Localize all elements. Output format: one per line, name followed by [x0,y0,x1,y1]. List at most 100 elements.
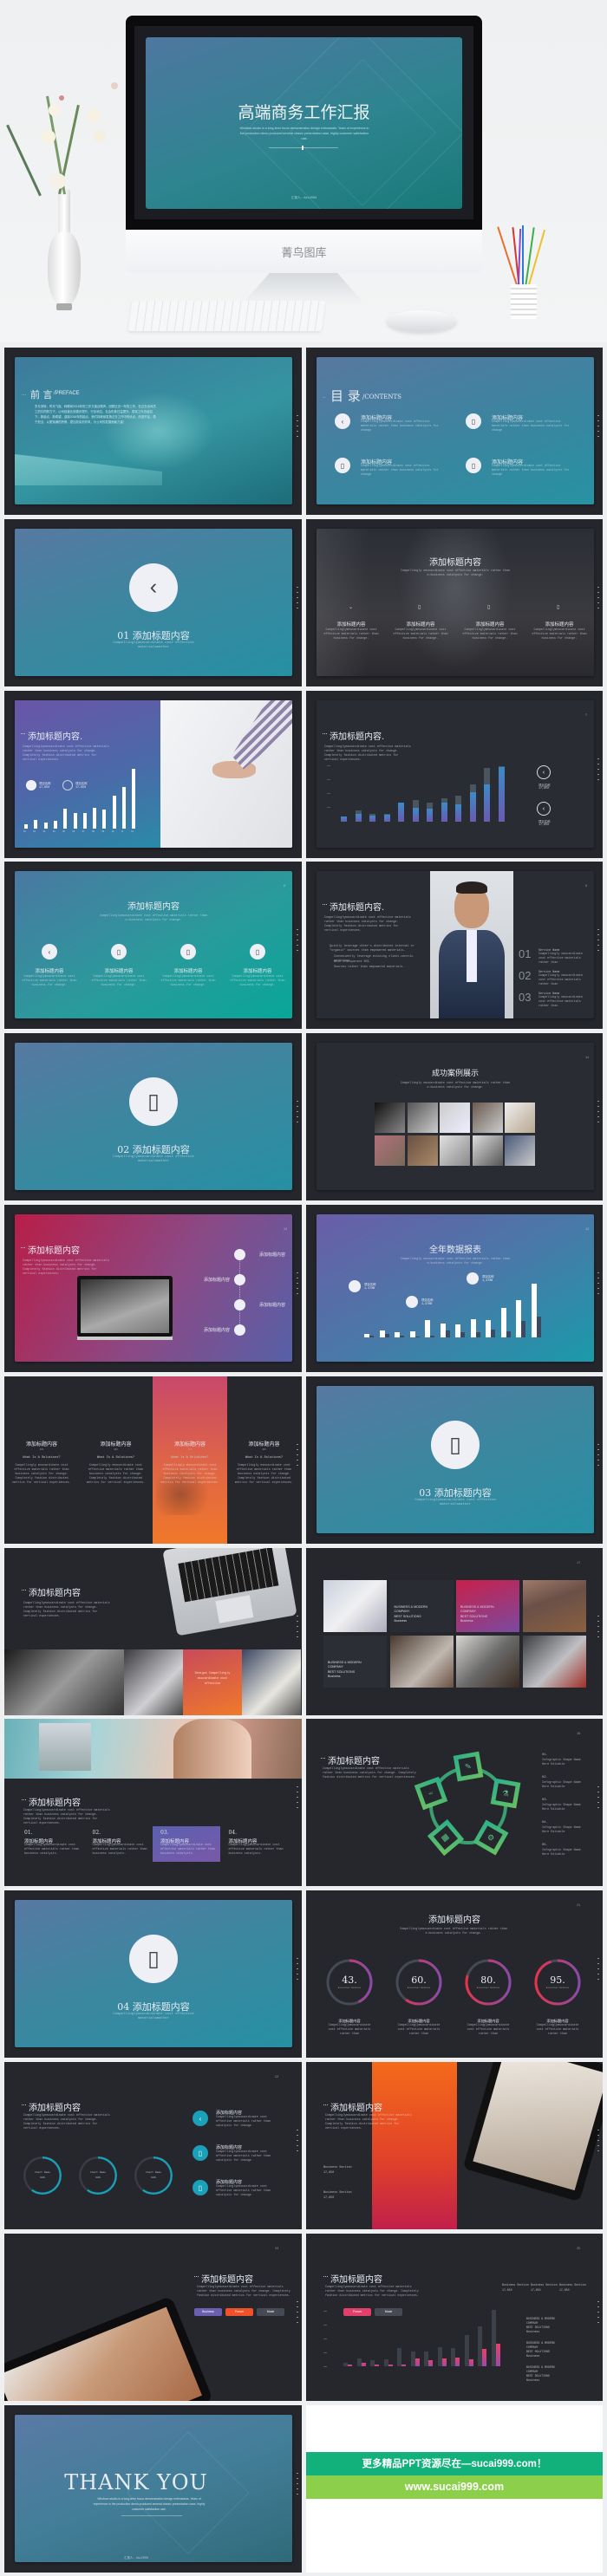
timeline-circle[interactable] [233,1298,245,1311]
slide-thumbnail[interactable]: 22 添加标题内容 Compellinglymsocardinate cost ef… [4,2062,302,2229]
contents-item-icon[interactable]: ▯ [466,458,481,473]
slide-nav-dots[interactable] [597,758,599,784]
slide-thumbnail[interactable]: ‹ 01 添加标题内容 Compellinglymsocardinate cost … [4,518,302,686]
slide-thumbnail[interactable]: 添加标题内容 Compellingly msocardinate cost eff… [306,518,603,686]
timeline-circle[interactable] [233,1273,245,1285]
slide-thumbnail[interactable]: 11 成功案例展示 Compellingly msocardinate cost e… [306,1033,603,1201]
timeline-line [239,1258,240,1331]
slide-thumbnail[interactable]: 12 添加标题内容 Compellinglymsocardinate cost ef… [4,1205,302,1372]
gridline [327,792,330,794]
slide-nav-dots[interactable] [297,1958,298,1985]
slide-nav-dots[interactable] [297,415,298,441]
section-icon-circle[interactable]: ‹ [129,563,178,612]
stat-circle[interactable]: ‹ [537,764,551,779]
slide-thumbnail[interactable]: 24 添加标题内容 Compellinglymsocardinate cost ef… [4,2233,302,2401]
chevron-left-icon: ‹ [149,575,158,600]
stat-circle[interactable]: ‹ [537,801,551,816]
slide-nav-dots[interactable] [297,1272,298,1298]
slide-nav-dots[interactable] [597,929,599,956]
slide-thumbnail[interactable]: ··· 前 言/PREFACE 岁月流转，时光飞逝，转眼间2015年的工作又接近尾声… [4,348,302,515]
slide-nav-dots[interactable] [297,1443,298,1470]
list-line: COMPANY [526,2345,538,2349]
item-title: 添加标题内容 [216,2145,243,2150]
slide-thumbnail[interactable]: 7 添加标题内容. Compellinglymsocardinate cost ef… [306,690,603,858]
slide-nav-dots[interactable] [297,1615,298,1642]
slide-thumbnail[interactable]: 添加标题内容 ••• What Is A Solutions? Compellingl… [4,1376,302,1544]
slide-thumbnail[interactable]: 19 添加标题内容 Compellinglymsocardinate cost ef… [306,1719,603,1887]
list-text: Infographic Shape Name Here Editable [542,1826,581,1835]
slide-nav-dots[interactable] [297,2300,298,2327]
contents-item-icon[interactable]: ‹ [335,413,350,429]
stat-circle[interactable] [26,779,36,790]
slide-nav-dots[interactable] [297,1101,298,1128]
item-icon-circle[interactable]: ▯ [193,2145,208,2161]
slide-nav-dots[interactable] [597,2300,599,2327]
item-icon-circle[interactable]: ▯ [250,944,265,960]
slide-nav-dots[interactable] [297,2472,298,2499]
slide-thumbnail[interactable]: 9 添加标题内容. Compellinglymsocardinate cost ef… [306,862,603,1030]
tag-button-business[interactable]: Business [194,2307,222,2316]
tag-button-forum[interactable]: Forum [225,2307,253,2316]
stat-circle[interactable] [62,779,73,790]
slide-thumbnail[interactable]: 添加标题内容 Compellinglymsocardinate cost effe… [306,2062,603,2229]
slide-thumbnail[interactable]: 25 添加标题内容 Compellinglymsocardinate cost ef… [306,2233,603,2401]
cycle-step[interactable]: ⚗ [490,1779,521,1809]
gridline [323,2365,327,2367]
promo-banner[interactable]: 更多精品PPT资源尽在—sucai999.com！ [306,2451,603,2475]
slide-heading: 添加标题内容. [330,732,385,742]
slide-nav-dots[interactable] [597,1443,599,1470]
slide-thumbnail[interactable]: ▯ 04 添加标题内容 Compellinglymsocardinate cost … [4,1890,302,2059]
tag-button-forum[interactable]: Forum [343,2307,371,2316]
slide-thumbnail[interactable]: ·· 目 录/CONTENTS ‹ 添加标题内容 Compellinglymsocard… [306,348,603,515]
slide-nav-dots[interactable] [597,1786,599,1813]
callout-circle[interactable] [467,1272,479,1285]
cycle-step[interactable]: ✎ [453,1752,484,1782]
slide-thumbnail[interactable]: 添加标题内容. Compellinglymsocardinate cost eff… [4,690,302,858]
slide-nav-dots[interactable] [597,1101,599,1128]
slide-nav-dots[interactable] [597,1958,599,1985]
slide-nav-dots[interactable] [597,2130,599,2156]
page-number: 13 [585,1228,590,1232]
slide-thumbnail[interactable]: 更多精品PPT资源尽在—sucai999.com！ www.sucai999.co… [306,2404,603,2573]
slide-thumbnail[interactable]: ▯ 03 添加标题内容 Compellinglymsocardinate cost … [306,1376,603,1544]
contents-item-icon[interactable]: ▯ [335,458,350,473]
callout-circle[interactable] [349,1280,361,1292]
bar-tick-label: 04 [52,829,55,833]
item-icon-circle[interactable]: ▯ [111,944,127,960]
slide-nav-dots[interactable] [297,929,298,956]
tag-button-mode[interactable]: Mode [375,2307,402,2316]
section-icon-circle[interactable]: ▯ [431,1420,480,1469]
slide-nav-dots[interactable] [597,415,599,441]
callout-circle[interactable] [406,1296,418,1308]
slide-nav-dots[interactable] [597,1615,599,1642]
slide-nav-dots[interactable] [597,1272,599,1298]
promo-url[interactable]: www.sucai999.com [306,2475,603,2499]
item-number: 02. [92,1830,101,1837]
slide-thumbnail[interactable]: THANK YOU Windson studio is a long-term f… [4,2404,302,2573]
bar-gray [397,2347,401,2366]
hand-photo [4,1649,124,1715]
slide-nav-dots[interactable] [297,1786,298,1813]
slide-thumbnail[interactable]: 添加标题内容 Compellinglymsocardinate cost effe… [4,1547,302,1715]
timeline-circle[interactable] [233,1248,245,1260]
slide-thumbnail[interactable]: ▯ 02 添加标题内容 Compellinglymsocardinate cost … [4,1033,302,1201]
contents-item-icon[interactable]: ▯ [466,413,481,429]
item-icon-circle[interactable]: ‹ [193,2111,208,2126]
tag-button-mode[interactable]: Mode [257,2307,284,2316]
timeline-circle[interactable] [233,1324,245,1336]
item-icon-circle[interactable]: ▯ [180,944,196,960]
section-icon-circle[interactable]: ▯ [129,1077,178,1127]
section-icon-circle[interactable]: ▯ [129,1935,178,1984]
body-text: Compellinglymsocardinate cost effective … [325,2114,412,2130]
slide-nav-dots[interactable] [297,586,298,613]
slide-thumbnail[interactable]: 21 添加标题内容 Compellinglymsocardinate cost ef… [306,1890,603,2059]
slide-thumbnail[interactable]: 17 BUSINESS & MODERN COMPANY BEST SOLUTIONS… [306,1547,603,1715]
slide-thumbnail[interactable]: 8 添加标题内容 Compellinglymsocardinate cost eff… [4,862,302,1030]
slide-nav-dots[interactable] [297,2130,298,2156]
item-icon-circle[interactable]: ‹ [42,944,57,960]
slide-nav-dots[interactable] [597,586,599,613]
slide-thumbnail[interactable]: 添加标题内容 Compellinglymsocardinate cost effe… [4,1719,302,1887]
slide-heading: 添加标题内容. [28,732,83,742]
item-icon-circle[interactable]: ▯ [193,2180,208,2195]
slide-thumbnail[interactable]: 13 全年数据报表 Compellingly msocardinate cost e… [306,1205,603,1372]
